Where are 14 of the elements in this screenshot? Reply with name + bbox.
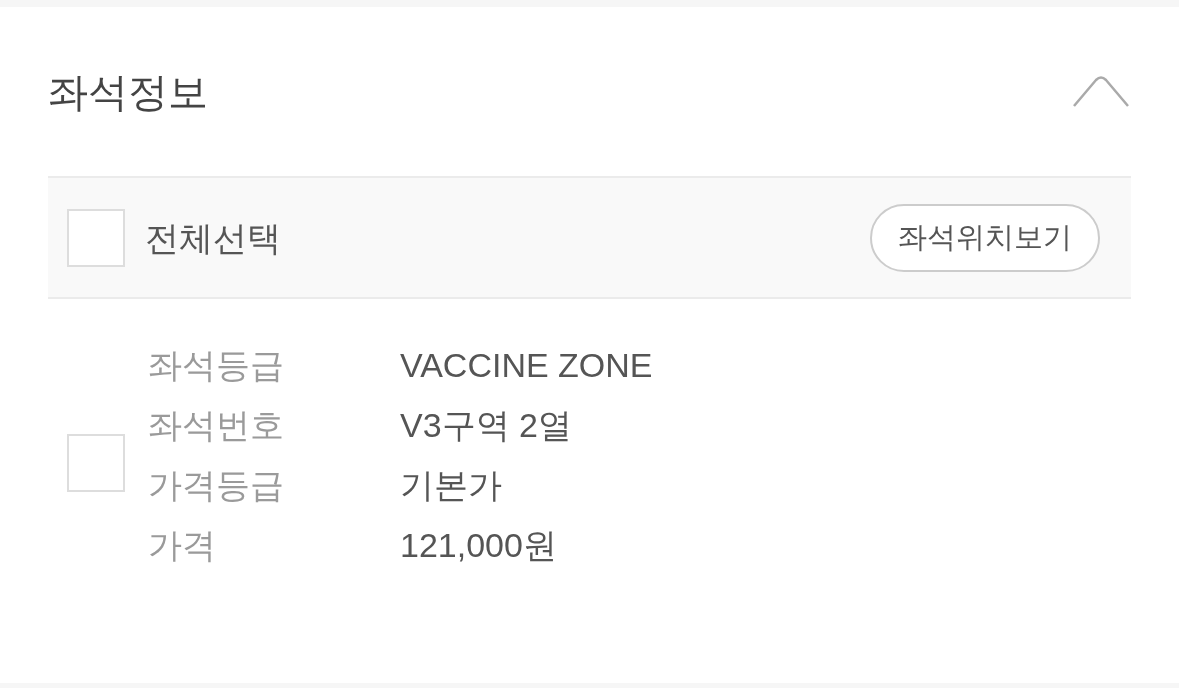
field-value: 121,000원	[400, 525, 558, 566]
field-label: 가격	[148, 525, 217, 566]
field-label: 좌석번호	[148, 405, 285, 446]
field-label: 좌석등급	[148, 345, 285, 386]
collapse-button[interactable]	[1072, 75, 1130, 108]
field-label: 가격등급	[148, 465, 285, 506]
seat-map-button[interactable]: 좌석위치보기	[870, 203, 1100, 272]
select-all-label: 전체선택	[145, 220, 281, 255]
checkbox[interactable]	[67, 434, 125, 492]
field-value: V3구역 2열	[400, 405, 573, 446]
field-value: VACCINE ZONE	[400, 345, 653, 386]
field-value: 기본가	[400, 465, 503, 506]
checkbox[interactable]	[67, 208, 125, 267]
section-title: 좌석정보	[48, 71, 208, 112]
